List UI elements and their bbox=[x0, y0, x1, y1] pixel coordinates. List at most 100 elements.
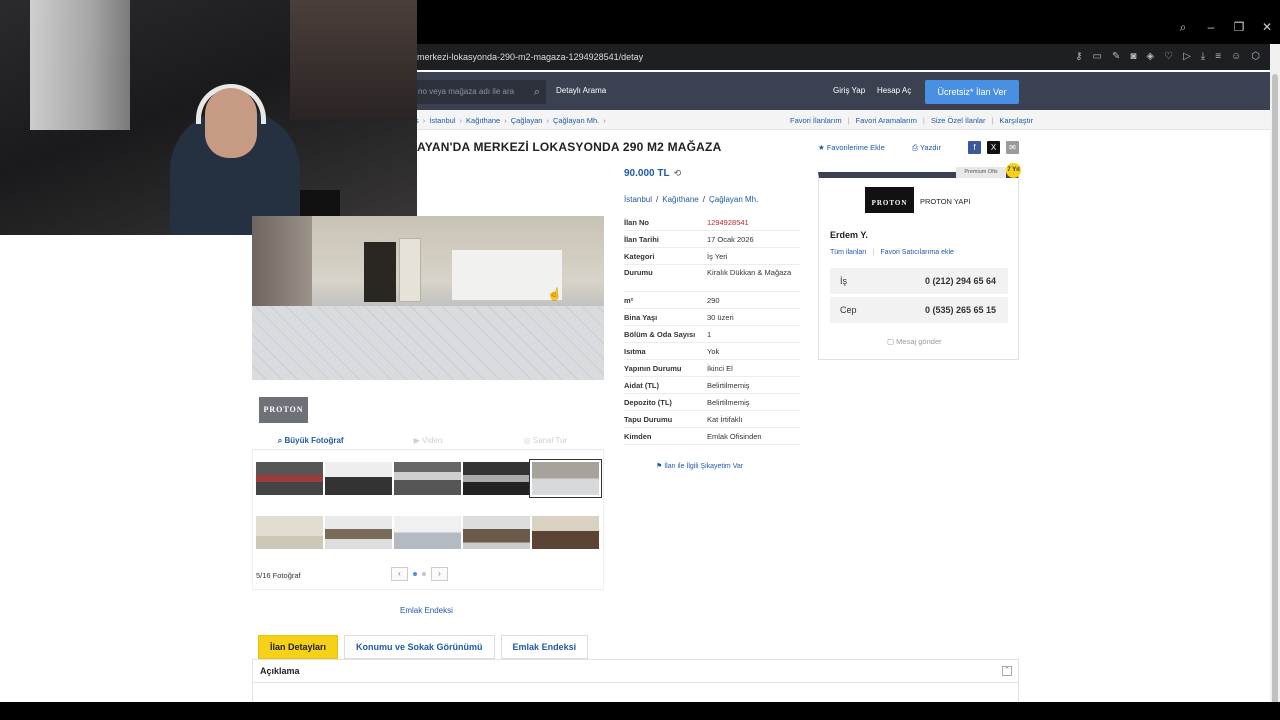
breadcrumb-item[interactable]: Çağlayan Mh. bbox=[553, 116, 599, 125]
favorite-searches-link[interactable]: Favori Aramalarım bbox=[856, 116, 917, 125]
key-icon[interactable]: ⚷ bbox=[1075, 44, 1082, 70]
tab-large-photo[interactable]: ⌕ Büyük Fotoğraf bbox=[252, 432, 369, 449]
thumbnail[interactable] bbox=[463, 462, 530, 495]
search-input[interactable]: no veya mağaza adı ile ara ⌕ bbox=[412, 80, 546, 104]
emlak-endeksi-link[interactable]: Emlak Endeksi bbox=[400, 606, 453, 615]
download-icon[interactable]: ⤓ bbox=[1201, 44, 1205, 70]
favorite-label: Favorilerime Ekle bbox=[826, 143, 885, 152]
detail-value: 30 üzeri bbox=[707, 313, 734, 322]
detail-value: Belirtilmemiş bbox=[707, 381, 750, 390]
phone-number[interactable]: 0 (212) 294 65 64 bbox=[925, 276, 996, 286]
thumbnail[interactable] bbox=[394, 462, 461, 495]
detail-row: Kategori İş Yeri bbox=[624, 248, 800, 265]
scrollbar-thumb[interactable] bbox=[1272, 74, 1278, 714]
thumbnail[interactable] bbox=[532, 516, 599, 549]
breadcrumb-item[interactable]: Kağıthane bbox=[466, 116, 500, 125]
location-city[interactable]: İstanbul bbox=[624, 195, 652, 204]
scrollbar[interactable] bbox=[1270, 44, 1280, 714]
phone-label: İş bbox=[840, 276, 848, 286]
photo-floor bbox=[252, 306, 604, 380]
seller-logo[interactable]: PROTON bbox=[865, 187, 914, 213]
seller-company[interactable]: PROTON YAPI bbox=[920, 197, 970, 206]
thumbnail[interactable] bbox=[325, 462, 392, 495]
agency-logo[interactable]: PROTON bbox=[259, 397, 308, 423]
next-page-button[interactable]: › bbox=[431, 567, 448, 581]
close-icon[interactable]: ✕ bbox=[1260, 20, 1274, 35]
shield-icon[interactable]: ◈ bbox=[1146, 44, 1154, 70]
location-neighborhood[interactable]: Çağlayan Mh. bbox=[709, 195, 758, 204]
share-buttons: f X ✉ bbox=[968, 141, 1019, 154]
profile-icon[interactable]: ☺ bbox=[1231, 44, 1241, 70]
thumbnail[interactable] bbox=[463, 516, 530, 549]
search-icon[interactable]: ⌕ bbox=[1176, 20, 1190, 35]
page-dot[interactable] bbox=[422, 572, 426, 576]
detail-row: Bölüm & Oda Sayısı 1 bbox=[624, 326, 800, 343]
prev-page-button[interactable]: ‹ bbox=[391, 567, 408, 581]
detail-key: Yapının Durumu bbox=[624, 364, 682, 373]
favorite-seller-link[interactable]: Favori Satıcılarıma ekle bbox=[880, 249, 954, 256]
special-ads-link[interactable]: Size Özel İlanlar bbox=[931, 116, 986, 125]
photo-door bbox=[399, 238, 421, 302]
register-link[interactable]: Hesap Aç bbox=[877, 86, 911, 95]
login-link[interactable]: Giriş Yap bbox=[833, 86, 865, 95]
price-history-icon[interactable]: ⟲ bbox=[674, 168, 682, 178]
detail-key: Kategori bbox=[624, 252, 655, 261]
compare-link[interactable]: Karşılaştır bbox=[999, 116, 1033, 125]
tab-ad-details[interactable]: İlan Detayları bbox=[258, 635, 339, 659]
thumbnail[interactable] bbox=[256, 462, 323, 495]
description-header[interactable]: Açıklama ⌃ bbox=[252, 659, 1019, 683]
search-icon[interactable]: ⌕ bbox=[534, 80, 540, 104]
tab-location[interactable]: Konumu ve Sokak Görünümü bbox=[344, 635, 495, 659]
background-shelf bbox=[290, 0, 417, 120]
mail-icon[interactable]: ✉ bbox=[1006, 141, 1019, 154]
detail-value: Belirtilmemiş bbox=[707, 398, 750, 407]
breadcrumb-item[interactable]: İstanbul bbox=[429, 116, 455, 125]
print-link[interactable]: ⎙ Yazdır bbox=[912, 143, 941, 153]
page-dot-active[interactable] bbox=[413, 572, 417, 576]
phone-number[interactable]: 0 (535) 265 65 15 bbox=[925, 305, 996, 315]
play-icon[interactable]: ▷ bbox=[1183, 44, 1191, 70]
breadcrumb-item[interactable]: Çağlayan bbox=[511, 116, 543, 125]
detail-value: 1 bbox=[707, 330, 712, 339]
detail-row: İlan No 1294928541 bbox=[624, 214, 800, 231]
phone-row-mobile: Cep 0 (535) 265 65 15 bbox=[830, 297, 1008, 323]
favorite-ads-link[interactable]: Favori İlanlarım bbox=[790, 116, 842, 125]
collapse-icon[interactable]: ⌃ bbox=[1002, 666, 1012, 676]
camera-icon[interactable]: ◙ bbox=[1130, 44, 1136, 70]
search-placeholder: no veya mağaza adı ile ara bbox=[418, 87, 515, 96]
post-ad-button[interactable]: Ücretsiz* İlan Ver bbox=[925, 80, 1019, 104]
detail-row: m² 290 bbox=[624, 292, 800, 309]
detail-key: Bölüm & Oda Sayısı bbox=[624, 330, 696, 339]
description-body bbox=[252, 683, 1019, 703]
detailed-search-link[interactable]: Detaylı Arama bbox=[556, 86, 606, 95]
minimize-icon[interactable]: – bbox=[1204, 20, 1218, 35]
location-district[interactable]: Kağıthane bbox=[662, 195, 698, 204]
menu-icon[interactable]: ≡ bbox=[1215, 44, 1221, 70]
tab-emlak-endeksi[interactable]: Emlak Endeksi bbox=[500, 635, 589, 659]
detail-key: Kimden bbox=[624, 432, 652, 441]
detail-row: Yapının Durumu İkinci El bbox=[624, 360, 800, 377]
phone-row-work: İş 0 (212) 294 65 64 bbox=[830, 268, 1008, 294]
tab-label: Video bbox=[422, 436, 443, 445]
phone-label: Cep bbox=[840, 305, 857, 315]
thumbnail[interactable] bbox=[394, 516, 461, 549]
all-ads-link[interactable]: Tüm ilanları bbox=[830, 249, 867, 256]
complaint-link[interactable]: ⚑ İlan ile İlgili Şikayetim Var bbox=[656, 462, 743, 470]
facebook-icon[interactable]: f bbox=[968, 141, 981, 154]
send-message-link[interactable]: ▢ Mesaj gönder bbox=[887, 337, 942, 346]
thumbnail-selected[interactable] bbox=[529, 459, 602, 498]
url-text[interactable]: merkezi-lokasyonda-290-m2-magaza-1294928… bbox=[417, 44, 643, 70]
favorite-link[interactable]: ★ Favorilerime Ekle bbox=[818, 143, 885, 152]
detail-row: Depozito (TL) Belirtilmemiş bbox=[624, 394, 800, 411]
x-twitter-icon[interactable]: X bbox=[987, 141, 1000, 154]
extension-icon[interactable]: ⬡ bbox=[1251, 44, 1260, 70]
restore-icon[interactable]: ❐ bbox=[1232, 20, 1246, 35]
listing-title: AYAN'DA MERKEZİ LOKASYONDA 290 M2 MAĞAZA bbox=[417, 140, 722, 154]
heart-icon[interactable]: ♡ bbox=[1164, 44, 1173, 70]
streamer-head bbox=[205, 88, 257, 158]
detail-key: Durumu bbox=[624, 268, 653, 277]
edit-icon[interactable]: ✎ bbox=[1112, 44, 1120, 70]
thumbnail[interactable] bbox=[325, 516, 392, 549]
reader-icon[interactable]: ▭ bbox=[1093, 44, 1102, 70]
thumbnail[interactable] bbox=[256, 516, 323, 549]
